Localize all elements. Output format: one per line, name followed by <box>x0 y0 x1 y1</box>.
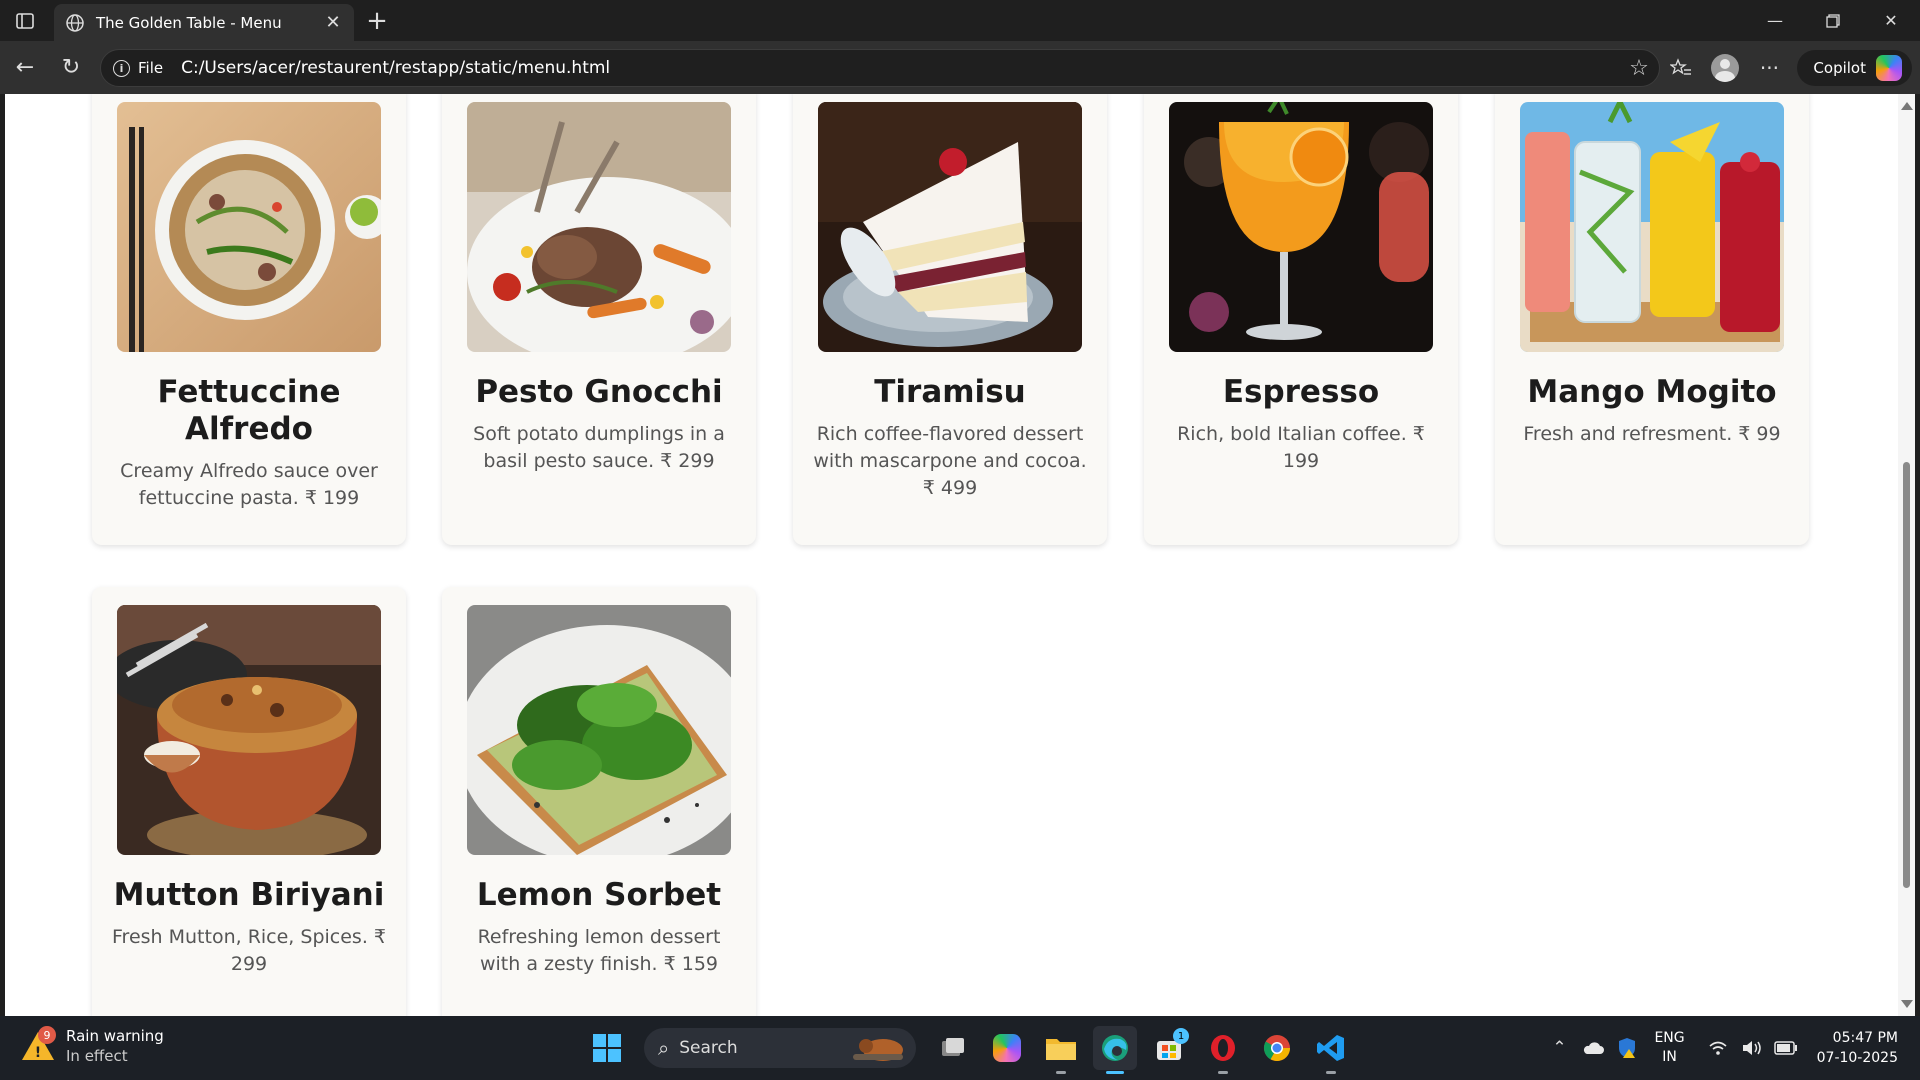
profile-avatar[interactable] <box>1703 48 1747 88</box>
taskbar-search[interactable]: ⌕ Search <box>644 1028 916 1068</box>
favorite-star-icon[interactable]: ☆ <box>1619 56 1659 81</box>
search-placeholder: Search <box>679 1038 738 1058</box>
new-tab-button[interactable]: + <box>362 6 392 36</box>
volume-icon[interactable] <box>1735 1028 1769 1068</box>
running-indicator <box>1218 1071 1228 1074</box>
dish-description: Creamy Alfredo sauce over fettuccine pas… <box>120 460 378 509</box>
onedrive-cloud-icon[interactable] <box>1576 1028 1610 1068</box>
site-info-button[interactable]: i File <box>113 59 163 77</box>
opera-browser-icon[interactable] <box>1201 1026 1245 1074</box>
dish-photo <box>467 605 731 855</box>
dish-photo <box>1520 102 1784 352</box>
menu-item-card[interactable]: Pesto Gnocchi Soft potato dumplings in a… <box>442 94 756 545</box>
copilot-button[interactable]: Copilot <box>1797 49 1912 86</box>
menu-item-card[interactable]: Tiramisu Rich coffee-flavored dessert wi… <box>793 94 1107 545</box>
system-clock[interactable]: 05:47 PM 07-10-2025 <box>1817 1028 1898 1068</box>
dish-description: Rich coffee-flavored dessert with mascar… <box>813 423 1087 499</box>
page-scrollbar[interactable] <box>1898 94 1915 1016</box>
menu-item-card[interactable]: Mutton Biriyani Fresh Mutton, Rice, Spic… <box>92 587 406 1016</box>
scroll-up-icon[interactable] <box>1901 102 1913 110</box>
menu-item-card[interactable]: Mango Mogito Fresh and refresment. ₹ 99 <box>1495 94 1809 545</box>
security-shield-icon[interactable] <box>1610 1028 1644 1068</box>
chrome-browser-icon[interactable] <box>1255 1026 1299 1070</box>
copilot-label: Copilot <box>1813 58 1866 77</box>
dish-description: Soft potato dumplings in a basil pesto s… <box>473 423 725 472</box>
weather-subtitle: In effect <box>66 1047 128 1065</box>
browser-titlebar: The Golden Table - Menu ✕ + — ✕ <box>0 0 1920 41</box>
running-indicator <box>1326 1071 1336 1074</box>
dish-name: Mango Mogito <box>1527 374 1777 410</box>
menu-item-card[interactable]: Espresso Rich, bold Italian coffee. ₹ 19… <box>1144 94 1458 545</box>
browser-tab[interactable]: The Golden Table - Menu ✕ <box>54 4 354 41</box>
minimize-icon[interactable]: — <box>1746 0 1804 41</box>
dish-description: Rich, bold Italian coffee. ₹ 199 <box>1177 423 1425 472</box>
dish-photo <box>818 102 1082 352</box>
avatar <box>1711 53 1740 82</box>
page-content: Fettuccine Alfredo Creamy Alfredo sauce … <box>5 94 1898 1016</box>
scroll-down-icon[interactable] <box>1901 1000 1913 1008</box>
microsoft-store-icon[interactable]: 1 <box>1147 1026 1191 1070</box>
dish-name: Espresso <box>1222 374 1380 410</box>
vscode-icon[interactable] <box>1309 1026 1353 1074</box>
dish-description: Refreshing lemon dessert with a zesty fi… <box>477 926 721 975</box>
start-button[interactable] <box>585 1026 629 1070</box>
menu-item-card[interactable]: Lemon Sorbet Refreshing lemon dessert wi… <box>442 587 756 1016</box>
chevron-up-icon[interactable]: ⌃ <box>1542 1028 1576 1068</box>
language-indicator[interactable]: ENG IN <box>1654 1029 1684 1067</box>
dish-name: Fettuccine Alfredo <box>157 374 341 447</box>
dish-description: Fresh and refresment. ₹ 99 <box>1523 423 1781 445</box>
refresh-icon[interactable]: ↻ <box>48 48 94 88</box>
sidebar-toggle-icon[interactable] <box>0 0 50 41</box>
active-indicator <box>1106 1071 1124 1074</box>
language-code: ENG <box>1654 1030 1685 1046</box>
window-controls: — ✕ <box>1746 0 1920 41</box>
browser-toolbar: ← ↻ i File C:/Users/acer/restaurent/rest… <box>0 41 1920 94</box>
dish-name: Mutton Biriyani <box>113 877 385 913</box>
tab-title: The Golden Table - Menu <box>96 13 282 32</box>
back-arrow-icon[interactable]: ← <box>2 48 48 88</box>
dish-name: Pesto Gnocchi <box>475 374 723 410</box>
more-options-icon[interactable]: ··· <box>1747 48 1791 88</box>
search-highlight-icon <box>853 1039 903 1061</box>
favorites-icon[interactable] <box>1659 48 1703 88</box>
clock-date: 07-10-2025 <box>1816 1050 1898 1066</box>
svg-text:!: ! <box>35 1045 41 1061</box>
running-indicator <box>1056 1071 1066 1074</box>
weather-badge: 9 <box>38 1026 56 1044</box>
task-view-icon[interactable] <box>931 1026 975 1070</box>
clock-time: 05:47 PM <box>1832 1030 1898 1046</box>
edge-browser-icon[interactable] <box>1093 1026 1137 1074</box>
wifi-icon[interactable] <box>1701 1028 1735 1068</box>
url-text[interactable]: C:/Users/acer/restaurent/restapp/static/… <box>181 58 1619 78</box>
weather-title: Rain warning <box>66 1027 164 1045</box>
search-icon: ⌕ <box>658 1036 670 1060</box>
close-window-icon[interactable]: ✕ <box>1862 0 1920 41</box>
dish-name: Tiramisu <box>874 374 1026 410</box>
dish-photo <box>117 605 381 855</box>
info-icon: i <box>113 59 130 77</box>
file-explorer-icon[interactable] <box>1039 1026 1083 1074</box>
battery-icon[interactable] <box>1769 1028 1803 1068</box>
region-code: IN <box>1662 1049 1677 1065</box>
menu-item-card[interactable]: Fettuccine Alfredo Creamy Alfredo sauce … <box>92 94 406 545</box>
taskbar: ! 9 Rain warning In effect ⌕ Search 1 ⌃ … <box>0 1016 1920 1080</box>
globe-icon <box>66 13 84 32</box>
url-scheme-label: File <box>138 59 164 77</box>
copilot-app-icon[interactable] <box>985 1026 1029 1070</box>
warning-icon: ! 9 <box>20 1026 56 1064</box>
weather-widget[interactable]: ! 9 Rain warning In effect <box>20 1026 164 1066</box>
store-badge: 1 <box>1173 1028 1189 1044</box>
restore-icon[interactable] <box>1804 0 1862 41</box>
copilot-icon <box>1876 54 1902 81</box>
dish-name: Lemon Sorbet <box>476 877 722 913</box>
close-tab-icon[interactable]: ✕ <box>322 12 344 34</box>
dish-photo <box>1169 102 1433 352</box>
dish-photo <box>117 102 381 352</box>
dish-photo <box>467 102 731 352</box>
address-bar[interactable]: i File C:/Users/acer/restaurent/restapp/… <box>100 49 1660 87</box>
scroll-thumb[interactable] <box>1903 462 1910 888</box>
dish-description: Fresh Mutton, Rice, Spices. ₹ 299 <box>112 926 386 975</box>
